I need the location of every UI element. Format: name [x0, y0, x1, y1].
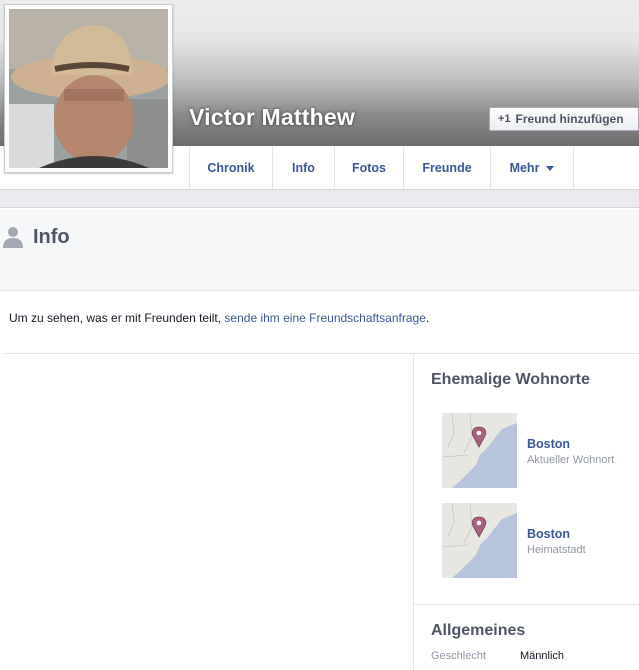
gender-value: Männlich: [520, 650, 565, 662]
right-column: Ehemalige Wohnorte Boston Aktueller Wohn…: [414, 354, 639, 670]
map-thumbnail[interactable]: [442, 503, 517, 578]
place-name[interactable]: Boston: [527, 437, 570, 451]
map-thumbnail[interactable]: [442, 413, 517, 488]
notice-text: Um zu sehen, was er mit Freunden teilt,: [9, 311, 225, 325]
person-icon: [3, 227, 23, 248]
place-subtitle: Heimatstadt: [527, 544, 586, 556]
place-item[interactable]: Boston Aktueller Wohnort: [442, 413, 639, 488]
section-separator: [0, 190, 639, 208]
tab-fotos[interactable]: Fotos: [334, 146, 403, 189]
info-header: Info: [0, 209, 639, 291]
place-name[interactable]: Boston: [527, 527, 570, 541]
chevron-down-icon: [546, 165, 555, 171]
notice-suffix: .: [425, 311, 430, 325]
general-title: Allgemeines: [431, 622, 526, 639]
tab-freunde[interactable]: Freunde: [403, 146, 490, 189]
friend-request-notice: Um zu sehen, was er mit Freunden teilt, …: [9, 311, 429, 325]
profile-picture[interactable]: [9, 9, 168, 168]
tab-chronik[interactable]: Chronik: [189, 146, 272, 189]
tab-info[interactable]: Info: [272, 146, 334, 189]
gender-label: Geschlecht: [431, 650, 487, 662]
profile-name[interactable]: Victor Matthew: [189, 104, 355, 131]
section-divider: [414, 604, 639, 605]
add-friend-label: Freund hinzufügen: [515, 112, 624, 126]
places-title: Ehemalige Wohnorte: [431, 371, 590, 388]
profile-photo-illustration: [9, 9, 168, 168]
nav-tabs: Chronik Info Fotos Freunde Mehr: [189, 146, 574, 189]
tab-mehr[interactable]: Mehr: [490, 146, 574, 189]
add-friend-button[interactable]: +1 Freund hinzufügen: [489, 107, 639, 131]
friend-request-link[interactable]: sende ihm eine Freundschaftsanfrage: [224, 311, 425, 325]
place-item[interactable]: Boston Heimatstadt: [442, 503, 639, 578]
plus-one-icon: +1: [498, 113, 511, 125]
page-title: Info: [33, 226, 70, 248]
place-subtitle: Aktueller Wohnort: [527, 454, 615, 466]
profile-picture-frame[interactable]: [4, 4, 173, 173]
